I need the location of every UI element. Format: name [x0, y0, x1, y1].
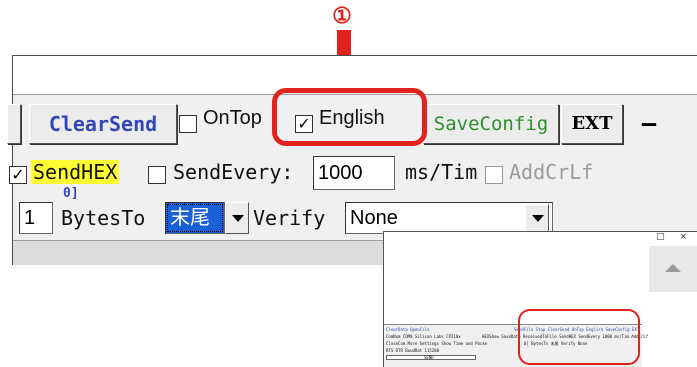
sendhex-checkbox[interactable]: ✓ — [9, 166, 27, 184]
addcrlf-checkbox[interactable] — [485, 166, 503, 184]
thumb-row1: ClearData OpenFile — [386, 327, 430, 332]
prefix-label: 0] — [63, 186, 79, 201]
sendevery-label: SendEvery: — [173, 160, 294, 184]
ontop-label: OnTop — [203, 107, 262, 129]
thumb-row4: RTS DTR BaudRat 115200 — [386, 348, 439, 353]
thumbnail-window: □ × ClearData OpenFile SendFile Stop Cle… — [383, 231, 697, 367]
send-options-row: ✓ SendHEX SendEvery: 1000 ms/Tim AddCrLf — [9, 152, 697, 196]
step-number: ① — [332, 3, 352, 29]
ontop-checkbox[interactable] — [179, 115, 197, 133]
interval-input[interactable]: 1000 — [313, 156, 395, 190]
thumb-row2: ComNum COM8 Silicon Labs CP210x — [386, 334, 461, 339]
verify-dropdown-button[interactable] — [525, 204, 549, 232]
verify-select[interactable]: None — [345, 202, 553, 234]
thumb-row5: SEND — [424, 355, 434, 360]
toolbar-left-edge — [7, 104, 21, 144]
thumbnail-highlight — [518, 309, 640, 365]
verify-label: Verify — [253, 206, 326, 230]
ext-button[interactable]: EXT — [561, 104, 623, 144]
bytesto-dropdown-button[interactable] — [225, 202, 249, 234]
clearsend-button[interactable]: ClearSend — [29, 104, 177, 144]
bytesto-select[interactable]: 末尾 — [165, 202, 225, 234]
thumb-row3: CloseCom More Settings Show Time and Pac… — [386, 341, 488, 346]
minus-button[interactable]: — — [629, 104, 669, 144]
thumbnail-scrollbar — [649, 246, 697, 292]
english-highlight — [272, 88, 427, 146]
saveconfig-button[interactable]: SaveConfig — [423, 104, 559, 144]
sendevery-checkbox[interactable] — [148, 166, 166, 184]
sendhex-label: SendHEX — [31, 160, 120, 184]
thumbnail-window-controls: □ × — [656, 232, 693, 242]
bytesto-label: BytesTo — [61, 206, 146, 230]
unit-label: ms/Tim — [405, 160, 478, 184]
start-byte-input[interactable]: 1 — [19, 202, 53, 234]
addcrlf-label: AddCrLf — [509, 160, 594, 184]
